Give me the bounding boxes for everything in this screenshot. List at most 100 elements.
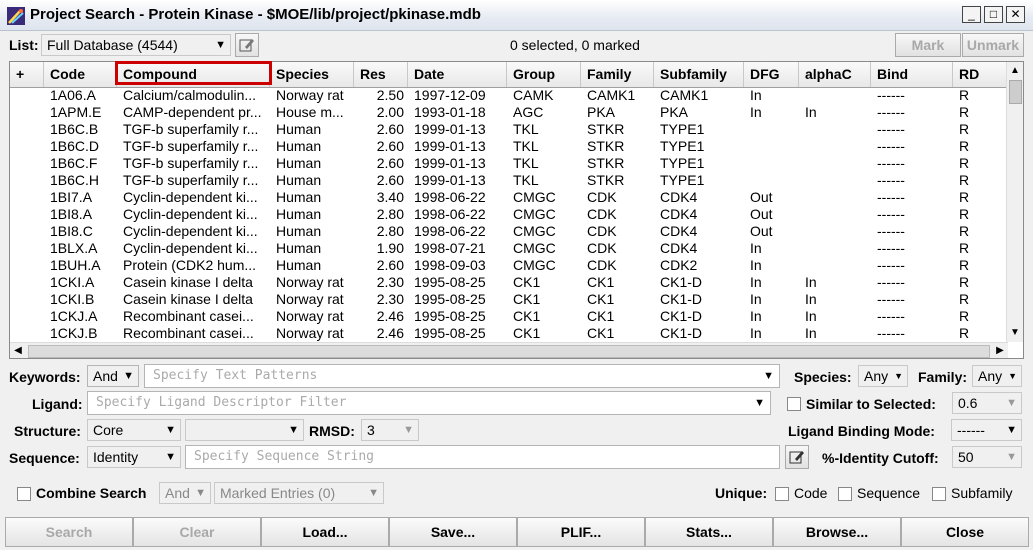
table-row[interactable]: 1B6C.B TGF-b superfamily r... Human 2.60 199… — [10, 121, 1008, 138]
table-cell: 1BI8.A — [50, 206, 93, 222]
sequence-mode-select[interactable]: Identity ▼ — [87, 446, 181, 468]
results-table[interactable]: + Code Compound Species Res Date Group Family Su… — [9, 61, 1024, 359]
table-row[interactable]: 1CKJ.A Recombinant casei... Norway rat 2.46… — [10, 308, 1008, 325]
search-button[interactable]: Search — [5, 517, 133, 547]
table-row[interactable]: 1CKI.B Casein kinase I delta Norway rat 2.3… — [10, 291, 1008, 308]
table-row[interactable]: 1A06.A Calcium/calmodulin... Norway rat 2.5… — [10, 87, 1008, 104]
family-select[interactable]: Any ▼ — [972, 365, 1022, 387]
column-header[interactable]: Res — [354, 62, 408, 87]
unique-sequence-checkbox[interactable] — [838, 487, 852, 501]
column-header[interactable]: Code — [44, 62, 117, 87]
vertical-scrollbar[interactable]: ▲ ▼ — [1006, 62, 1023, 342]
unmark-button[interactable]: Unmark — [962, 33, 1024, 57]
column-header[interactable]: RD — [953, 62, 1008, 87]
unique-code-checkbox[interactable] — [775, 487, 789, 501]
stats-button[interactable]: Stats... — [645, 517, 773, 547]
table-cell: Norway rat — [276, 291, 344, 307]
column-header[interactable]: Date — [408, 62, 507, 87]
species-select[interactable]: Any ▼ — [858, 365, 908, 387]
column-header[interactable]: Subfamily — [654, 62, 744, 87]
close-button[interactable]: Close — [901, 517, 1029, 547]
table-cell: CK1-D — [660, 274, 703, 290]
table-cell: 2.46 — [376, 308, 404, 324]
horizontal-scroll-thumb[interactable] — [28, 345, 990, 358]
table-cell — [16, 308, 43, 325]
table-cell — [16, 121, 43, 138]
table-row[interactable]: 1BI8.A Cyclin-dependent ki... Human 2.80 199… — [10, 206, 1008, 223]
table-cell: 2.60 — [376, 121, 404, 137]
column-header[interactable]: alphaC — [799, 62, 871, 87]
keywords-operator-select[interactable]: And ▼ — [87, 365, 139, 387]
close-window-button[interactable]: ✕ — [1006, 6, 1025, 23]
plif-button[interactable]: PLIF... — [517, 517, 645, 547]
binding-mode-select[interactable]: ------ ▼ — [951, 419, 1022, 441]
minimize-button[interactable]: _ — [962, 6, 981, 23]
table-row[interactable]: 1BLX.A Cyclin-dependent ki... Human 1.90 199… — [10, 240, 1008, 257]
structure-subselect[interactable]: ▼ — [185, 419, 304, 441]
table-cell: TKL — [513, 155, 539, 171]
table-row[interactable]: 1BUH.A Protein (CDK2 hum... Human 2.60 1998-… — [10, 257, 1008, 274]
table-row[interactable]: 1BI8.C Cyclin-dependent ki... Human 2.80 199… — [10, 223, 1008, 240]
table-cell: 2.60 — [376, 172, 404, 188]
combine-entries-select[interactable]: Marked Entries (0) ▼ — [214, 482, 384, 504]
table-row[interactable]: 1BI7.A Cyclin-dependent ki... Human 3.40 199… — [10, 189, 1008, 206]
column-header[interactable]: + — [10, 62, 44, 87]
scroll-up-icon[interactable]: ▲ — [1008, 64, 1022, 78]
chevron-down-icon: ▼ — [894, 371, 903, 381]
save-button[interactable]: Save... — [389, 517, 517, 547]
table-cell: 2.60 — [376, 155, 404, 171]
similar-value-select[interactable]: 0.6 ▼ — [952, 392, 1022, 414]
edit-list-button[interactable] — [235, 33, 259, 57]
table-cell: TYPE1 — [660, 138, 705, 154]
table-cell: AGC — [513, 104, 544, 120]
ligand-input[interactable]: Specify Ligand Descriptor Filter ▼ — [87, 391, 771, 415]
table-cell: STKR — [587, 172, 625, 188]
clear-button[interactable]: Clear — [133, 517, 261, 547]
keywords-input[interactable]: Specify Text Patterns ▼ — [144, 364, 780, 388]
browse-button[interactable]: Browse... — [773, 517, 901, 547]
sequence-input[interactable]: Specify Sequence String — [185, 445, 780, 469]
combine-operator-select[interactable]: And ▼ — [159, 482, 211, 504]
structure-select[interactable]: Core ▼ — [87, 419, 181, 441]
column-header[interactable]: DFG — [744, 62, 799, 87]
mark-button[interactable]: Mark — [895, 33, 961, 57]
horizontal-scrollbar[interactable]: ◀ ▶ — [10, 342, 1008, 358]
chevron-down-icon: ▼ — [123, 370, 134, 382]
table-cell: R — [959, 240, 970, 256]
edit-sequence-button[interactable] — [785, 445, 809, 469]
table-row[interactable]: 1CKI.A Casein kinase I delta Norway rat 2.3… — [10, 274, 1008, 291]
structure-label: Structure: — [14, 423, 81, 439]
table-cell: CK1 — [513, 291, 541, 307]
table-cell: Casein kinase I delta — [123, 274, 253, 290]
table-cell: 1997-12-09 — [414, 87, 486, 103]
scroll-right-icon[interactable]: ▶ — [993, 344, 1007, 358]
column-header[interactable]: Family — [581, 62, 654, 87]
table-row[interactable]: 1B6C.H TGF-b superfamily r... Human 2.60 199… — [10, 172, 1008, 189]
table-cell: TGF-b superfamily r... — [123, 172, 259, 188]
combine-search-checkbox[interactable] — [17, 487, 31, 501]
vertical-scroll-thumb[interactable] — [1009, 80, 1022, 104]
similar-checkbox[interactable] — [787, 397, 801, 411]
table-cell: CK1-D — [660, 291, 703, 307]
unique-subfamily-checkbox[interactable] — [932, 487, 946, 501]
table-cell: TYPE1 — [660, 121, 705, 137]
column-header[interactable]: Group — [507, 62, 581, 87]
scroll-left-icon[interactable]: ◀ — [11, 344, 25, 358]
table-row[interactable]: 1B6C.D TGF-b superfamily r... Human 2.60 199… — [10, 138, 1008, 155]
chevron-down-icon[interactable]: ▼ — [763, 365, 774, 387]
table-row[interactable]: 1CKJ.B Recombinant casei... Norway rat 2.46… — [10, 325, 1008, 342]
list-select[interactable]: Full Database (4544) ▼ — [41, 34, 231, 56]
ligand-placeholder: Specify Ligand Descriptor Filter — [96, 395, 347, 410]
maximize-button[interactable]: □ — [984, 6, 1003, 23]
table-row[interactable]: 1B6C.F TGF-b superfamily r... Human 2.60 199… — [10, 155, 1008, 172]
identity-cutoff-select[interactable]: 50 ▼ — [952, 446, 1022, 468]
scroll-down-icon[interactable]: ▼ — [1008, 326, 1022, 340]
column-header[interactable]: Species — [270, 62, 354, 87]
column-header[interactable]: Bind — [871, 62, 953, 87]
table-row[interactable]: 1APM.E CAMP-dependent pr... House m... 2.00… — [10, 104, 1008, 121]
unique-code-label: Code — [794, 485, 828, 501]
edit-icon — [239, 39, 254, 52]
chevron-down-icon[interactable]: ▼ — [754, 392, 765, 414]
load-button[interactable]: Load... — [261, 517, 389, 547]
rmsd-select[interactable]: 3 ▼ — [361, 419, 419, 441]
